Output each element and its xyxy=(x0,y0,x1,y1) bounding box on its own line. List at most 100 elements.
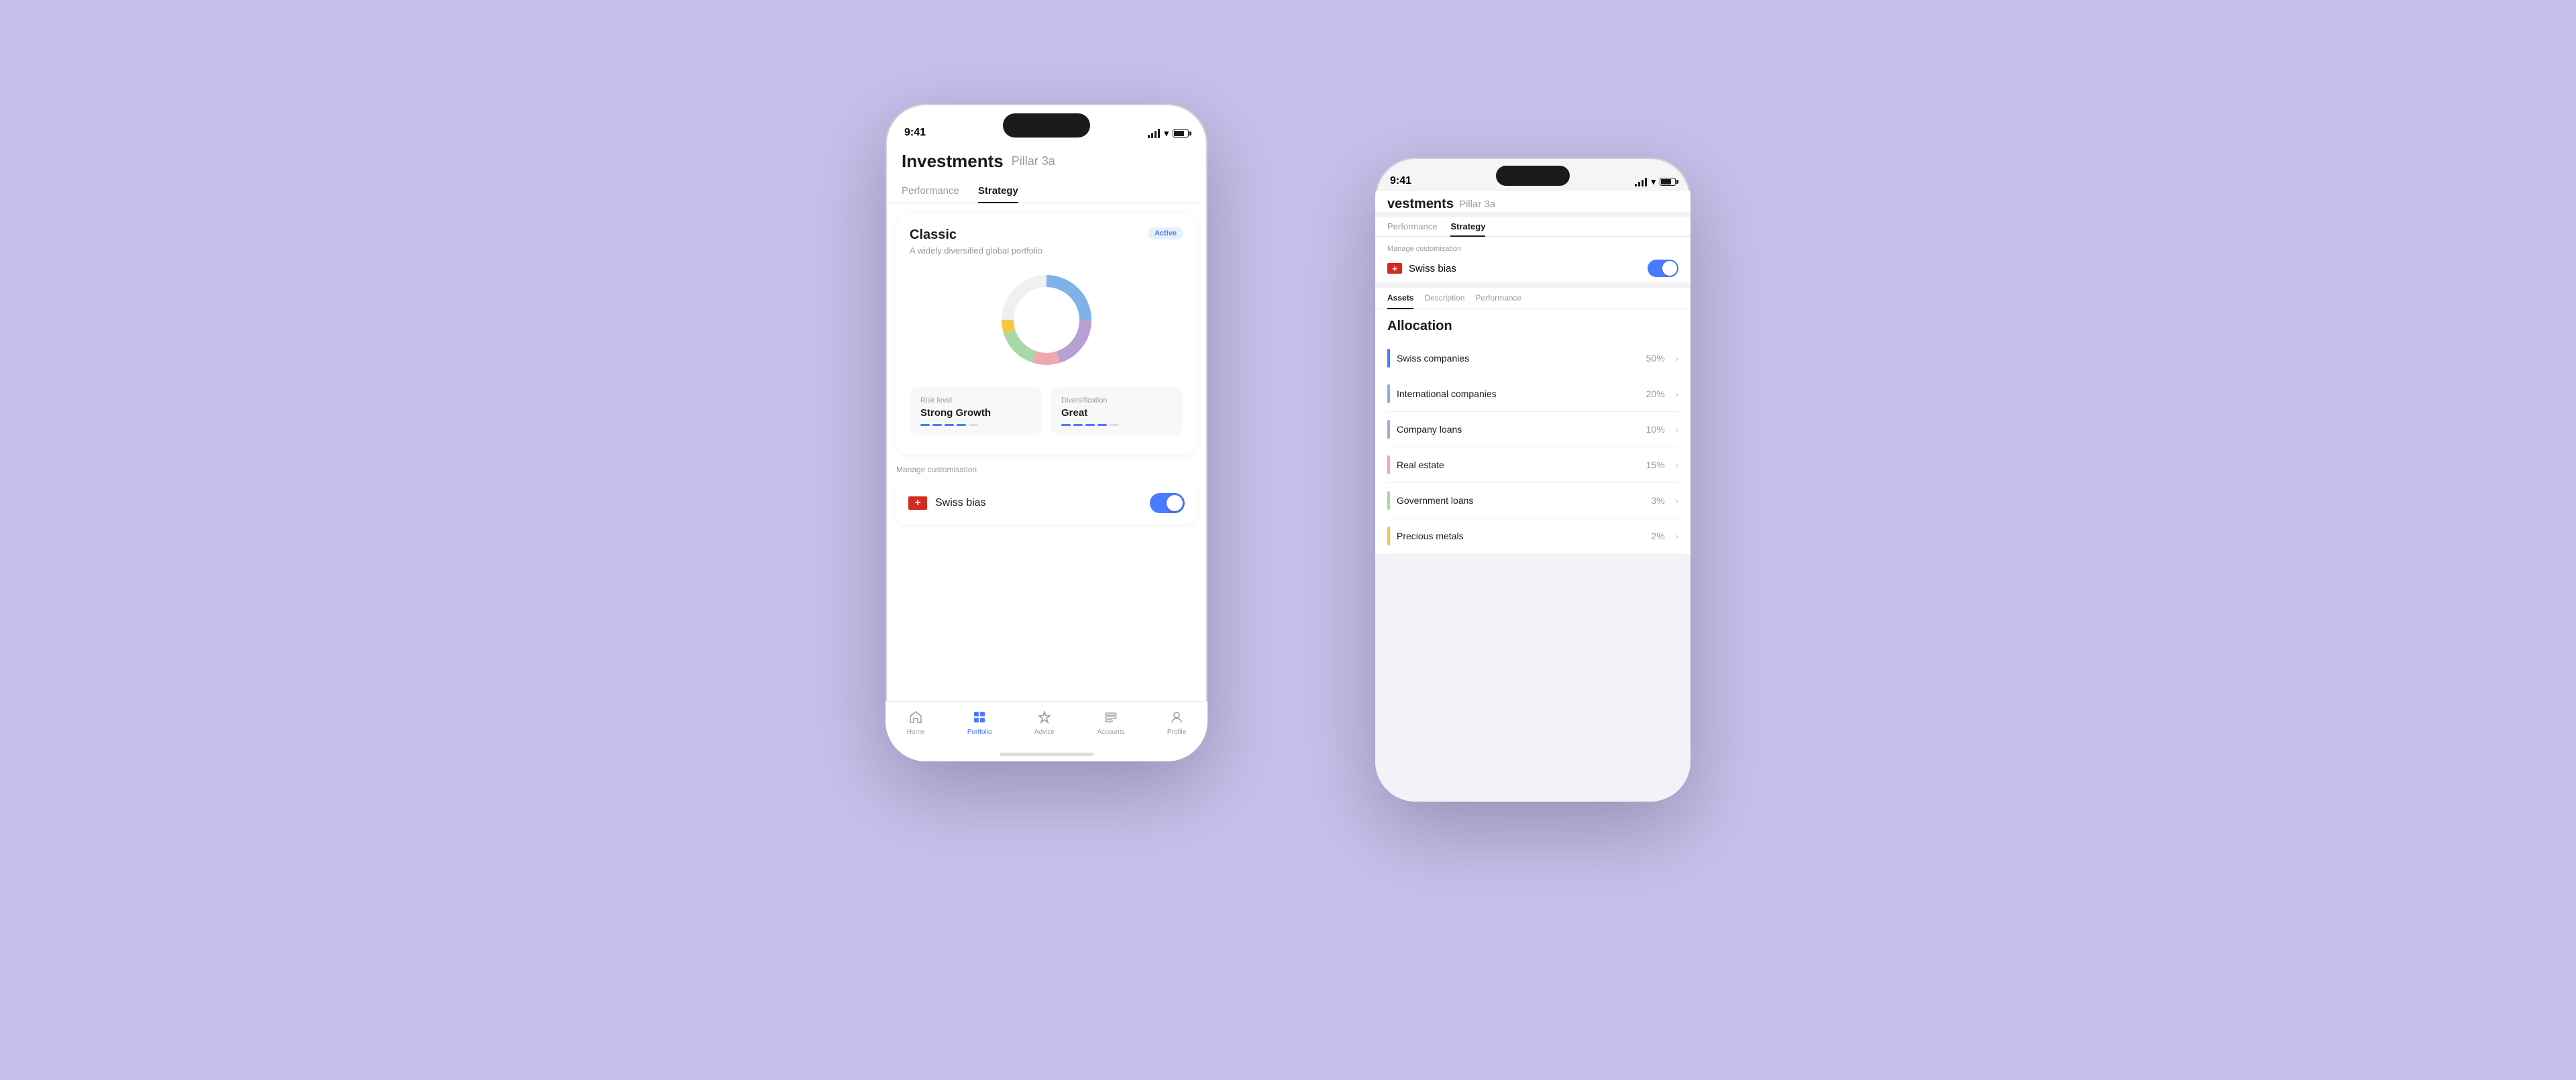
tabs-front: Performance Strategy xyxy=(885,180,1208,203)
allocation-item-4[interactable]: Government loans 3% › xyxy=(1387,483,1678,519)
dynamic-island-back xyxy=(1496,166,1570,186)
scene: 9:41 ▾ vestments Pillar 3a xyxy=(885,70,1690,1010)
nav-label-advice: Advice xyxy=(1034,728,1055,736)
risk-stat-value: Strong Growth xyxy=(920,407,1032,419)
bottom-nav: Home Portfolio xyxy=(885,701,1208,761)
allocation-pct-4: 3% xyxy=(1651,495,1664,506)
active-badge: Active xyxy=(1148,227,1183,239)
tab-performance-front[interactable]: Performance xyxy=(902,180,959,203)
chevron-icon-1: › xyxy=(1676,389,1678,399)
toggle-switch-back[interactable] xyxy=(1648,260,1678,277)
nav-label-accounts: Accounts xyxy=(1097,728,1124,736)
app-subtitle-front: Pillar 3a xyxy=(1012,154,1055,168)
app-header-front: Investments Pillar 3a xyxy=(885,144,1208,172)
swiss-bias-toggle-front[interactable]: Swiss bias xyxy=(896,482,1197,524)
chevron-icon-5: › xyxy=(1676,531,1678,541)
allocation-pct-1: 20% xyxy=(1646,388,1665,399)
accounts-icon xyxy=(1102,708,1120,726)
dynamic-island-front xyxy=(1003,113,1090,138)
allocation-title-back: Allocation xyxy=(1387,319,1678,334)
app-header-back: vestments Pillar 3a xyxy=(1375,191,1690,212)
allocation-name-2: Company loans xyxy=(1397,424,1640,435)
allocation-bar-3 xyxy=(1387,455,1390,474)
diversification-dots xyxy=(1061,424,1173,426)
nav-item-profile[interactable]: Profile xyxy=(1167,708,1186,736)
nav-item-accounts[interactable]: Accounts xyxy=(1097,708,1124,736)
stats-row: Risk level Strong Growth Diversification xyxy=(910,387,1183,435)
risk-dots xyxy=(920,424,1032,426)
app-title-back: vestments xyxy=(1387,197,1454,212)
allocation-pct-0: 50% xyxy=(1646,353,1665,364)
nav-item-home[interactable]: Home xyxy=(907,708,925,736)
manage-section-back: Manage customisation Swiss bias xyxy=(1375,237,1690,282)
nav-label-profile: Profile xyxy=(1167,728,1186,736)
chevron-icon-0: › xyxy=(1676,354,1678,364)
swiss-flag-icon-front xyxy=(908,496,927,510)
diversification-stat-card: Diversification Great xyxy=(1051,387,1183,435)
allocation-bar-1 xyxy=(1387,384,1390,403)
tab-strategy-back[interactable]: Strategy xyxy=(1450,217,1485,237)
classic-card: Classic Active A widely diversified glob… xyxy=(896,214,1197,454)
battery-icon-front xyxy=(1173,129,1189,138)
allocation-name-5: Precious metals xyxy=(1397,531,1644,541)
customisation-section: Manage customisation Swiss bias xyxy=(885,465,1208,524)
signal-icon-back xyxy=(1635,178,1647,186)
swiss-bias-label-back: Swiss bias xyxy=(1409,263,1456,274)
toggle-switch-front[interactable] xyxy=(1150,493,1185,513)
allocation-name-4: Government loans xyxy=(1397,495,1644,506)
status-icons-front: ▾ xyxy=(1148,128,1189,139)
risk-stat-card: Risk level Strong Growth xyxy=(910,387,1042,435)
asset-tabs-back: Assets Description Performance xyxy=(1375,288,1690,309)
phone-back: 9:41 ▾ vestments Pillar 3a xyxy=(1375,158,1690,802)
card-header: Classic Active xyxy=(910,227,1183,243)
app-subtitle-back: Pillar 3a xyxy=(1459,199,1495,210)
phone-front: 9:41 ▾ Investments Pillar 3a xyxy=(885,104,1208,761)
chevron-icon-3: › xyxy=(1676,460,1678,470)
allocation-name-1: International companies xyxy=(1397,388,1640,399)
tab-assets-back[interactable]: Assets xyxy=(1387,288,1413,309)
swiss-flag-icon-back xyxy=(1387,263,1402,274)
card-description: A widely diversified global portfolio xyxy=(910,246,1183,256)
status-time-front: 9:41 xyxy=(904,127,926,139)
allocation-name-3: Real estate xyxy=(1397,460,1640,470)
tab-strategy-front[interactable]: Strategy xyxy=(978,180,1018,203)
tabs-back: Performance Strategy xyxy=(1375,217,1690,237)
portfolio-icon xyxy=(971,708,988,726)
allocation-bar-5 xyxy=(1387,527,1390,545)
tab-performance-asset-back[interactable]: Performance xyxy=(1475,288,1521,309)
card-title: Classic xyxy=(910,227,957,243)
allocation-section-back: Allocation Swiss companies 50% › Interna… xyxy=(1375,309,1690,554)
nav-item-portfolio[interactable]: Portfolio xyxy=(967,708,992,736)
wifi-icon-back: ▾ xyxy=(1651,176,1656,187)
app-content-front: Investments Pillar 3a Performance Strate… xyxy=(885,144,1208,761)
status-icons-back: ▾ xyxy=(1635,176,1676,187)
donut-chart xyxy=(910,266,1183,374)
allocation-pct-2: 10% xyxy=(1646,424,1665,435)
allocation-bar-0 xyxy=(1387,349,1390,368)
donut-svg xyxy=(993,266,1100,374)
tab-description-back[interactable]: Description xyxy=(1424,288,1464,309)
allocation-item-3[interactable]: Real estate 15% › xyxy=(1387,447,1678,483)
battery-icon-back xyxy=(1660,178,1676,186)
tab-performance-back[interactable]: Performance xyxy=(1387,217,1437,237)
allocation-bar-2 xyxy=(1387,420,1390,439)
signal-icon-front xyxy=(1148,129,1160,138)
allocation-item-1[interactable]: International companies 20% › xyxy=(1387,376,1678,412)
swiss-bias-label-front: Swiss bias xyxy=(935,497,986,509)
swiss-bias-toggle-back[interactable]: Swiss bias xyxy=(1387,260,1678,277)
chevron-icon-4: › xyxy=(1676,496,1678,506)
nav-label-portfolio: Portfolio xyxy=(967,728,992,736)
wifi-icon-front: ▾ xyxy=(1164,128,1169,139)
diversification-stat-label: Diversification xyxy=(1061,396,1173,404)
allocation-item-0[interactable]: Swiss companies 50% › xyxy=(1387,341,1678,376)
allocation-pct-5: 2% xyxy=(1651,531,1664,541)
chevron-icon-2: › xyxy=(1676,425,1678,435)
allocation-pct-3: 15% xyxy=(1646,460,1665,470)
risk-stat-label: Risk level xyxy=(920,396,1032,404)
home-icon xyxy=(907,708,924,726)
allocation-item-2[interactable]: Company loans 10% › xyxy=(1387,412,1678,447)
nav-item-advice[interactable]: Advice xyxy=(1034,708,1055,736)
allocation-item-5[interactable]: Precious metals 2% › xyxy=(1387,519,1678,554)
app-title-front: Investments xyxy=(902,151,1004,172)
advice-icon xyxy=(1036,708,1053,726)
